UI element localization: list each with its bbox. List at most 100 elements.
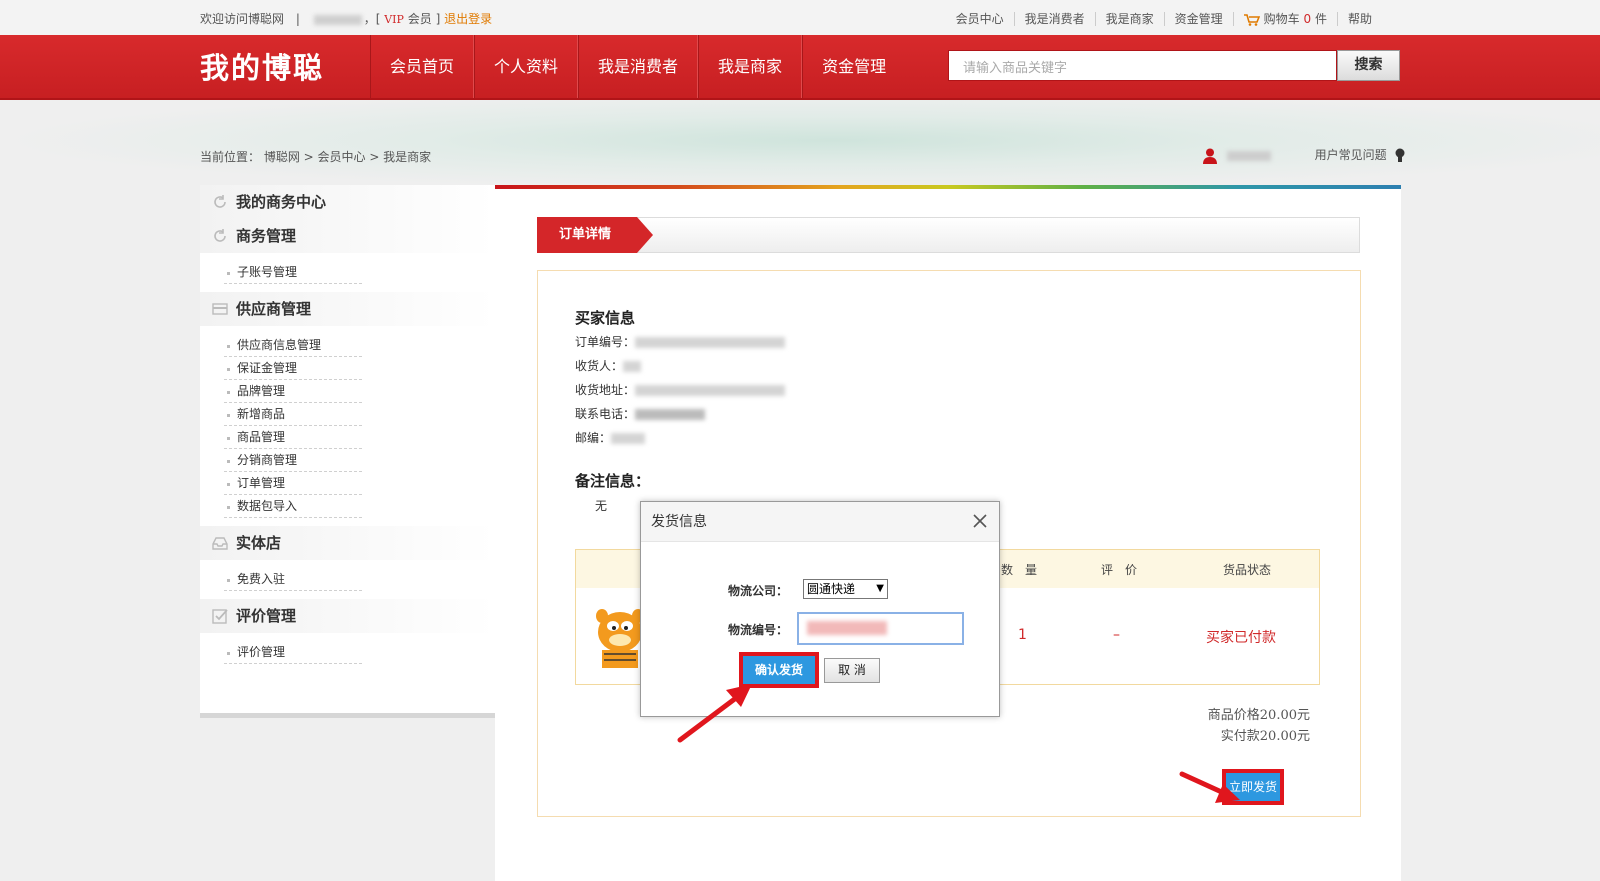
address-redacted xyxy=(635,385,786,396)
cart-link[interactable]: 购物车 0 件 xyxy=(1233,12,1338,26)
sidebar-item-brand[interactable]: 品牌管理 xyxy=(224,380,362,403)
cart-unit: 件 xyxy=(1314,12,1327,26)
sidebar-item-new-product[interactable]: 新增商品 xyxy=(224,403,362,426)
decorative-banner xyxy=(0,100,1600,190)
main-nav: 会员首页 个人资料 我是消费者 我是商家 资金管理 xyxy=(370,35,905,98)
nav-merchant[interactable]: 我是商家 xyxy=(698,35,803,98)
top-bar: 欢迎访问博聪网 | ，[ VIP 会员 ] 退出登录 会员中心 我是消费者 我是商家… xyxy=(0,0,1600,35)
zipcode-row: 邮编： xyxy=(575,429,646,446)
sidebar-list: 免费入驻 xyxy=(200,560,495,599)
field-label: 收货人： xyxy=(575,359,624,373)
tracking-number-input[interactable] xyxy=(797,612,964,645)
sidebar-section-supplier-mgmt[interactable]: 供应商管理 xyxy=(200,292,495,326)
logout-link[interactable]: 退出登录 xyxy=(444,12,492,26)
field-label: 邮编： xyxy=(575,431,612,445)
ship-now-button[interactable]: 立即发货 xyxy=(1226,773,1280,801)
sidebar-section-business-mgmt[interactable]: 商务管理 xyxy=(200,219,495,253)
username-redacted xyxy=(313,14,362,25)
confirm-highlight: 确认发货 xyxy=(739,652,819,688)
cart-count: 0 xyxy=(1303,12,1312,26)
search-input[interactable]: 请输入商品关键字 xyxy=(948,50,1337,81)
sidebar-section-physical-store[interactable]: 实体店 xyxy=(200,526,495,560)
sidebar-item-supplier-info[interactable]: 供应商信息管理 xyxy=(224,334,362,357)
select-value: 圆通快递 xyxy=(807,582,856,596)
phone-row: 联系电话： xyxy=(575,405,706,422)
nav-profile[interactable]: 个人资料 xyxy=(474,35,579,98)
tab-bar: 订单详情 xyxy=(537,217,1360,253)
order-number-redacted xyxy=(635,337,786,348)
user-icon xyxy=(1203,148,1217,164)
sidebar-section-title: 商务管理 xyxy=(236,227,297,245)
field-label: 订单编号： xyxy=(575,335,636,349)
confirm-ship-button[interactable]: 确认发货 xyxy=(743,656,815,684)
sidebar-list: 子账号管理 xyxy=(200,253,495,292)
member-label: 会员 xyxy=(407,12,432,26)
search-button[interactable]: 搜索 xyxy=(1337,50,1400,81)
sidebar-item-products[interactable]: 商品管理 xyxy=(224,426,362,449)
link-funds[interactable]: 资金管理 xyxy=(1164,12,1234,26)
sidebar-section-title: 我的商务中心 xyxy=(236,193,327,211)
refresh-icon xyxy=(214,229,226,242)
recipient-redacted xyxy=(623,361,642,372)
sidebar-item-data-import[interactable]: 数据包导入 xyxy=(224,495,362,518)
refresh-icon xyxy=(214,195,226,208)
sidebar-item-sub-accounts[interactable]: 子账号管理 xyxy=(224,261,362,284)
lightbulb-icon xyxy=(1395,148,1404,162)
faq-link[interactable]: 用户常见问题 xyxy=(1315,148,1387,162)
sidebar-list: 评价管理 xyxy=(200,633,495,672)
sidebar-section-review-mgmt[interactable]: 评价管理 xyxy=(200,599,495,633)
sidebar-section-title: 实体店 xyxy=(236,534,282,552)
recipient-row: 收货人： xyxy=(575,357,642,374)
link-member-center[interactable]: 会员中心 xyxy=(945,12,1015,26)
sidebar-item-orders[interactable]: 订单管理 xyxy=(224,472,362,495)
column-rating: 评 价 xyxy=(1101,563,1138,577)
sidebar-item-distributors[interactable]: 分销商管理 xyxy=(224,449,362,472)
company-label: 物流公司： xyxy=(728,584,789,598)
sidebar-section-title: 供应商管理 xyxy=(236,300,312,318)
quantity-value: 1 xyxy=(1018,627,1027,643)
top-bar-left: 欢迎访问博聪网 | ，[ VIP 会员 ] 退出登录 xyxy=(200,10,492,27)
separator: | xyxy=(295,12,300,26)
link-merchant[interactable]: 我是商家 xyxy=(1095,12,1165,26)
bracket-open: ，[ xyxy=(363,12,381,26)
main-header: 我的博聪 会员首页 个人资料 我是消费者 我是商家 资金管理 请输入商品关键字 … xyxy=(0,35,1600,100)
vip-label: VIP xyxy=(384,13,404,26)
user-area: 用户常见问题 xyxy=(1203,146,1405,164)
help-link[interactable]: 帮助 xyxy=(1338,12,1382,26)
remark-title: 备注信息： xyxy=(575,472,651,490)
order-number-row: 订单编号： xyxy=(575,333,786,350)
dialog-title: 发货信息 xyxy=(641,502,999,542)
tracking-number-redacted xyxy=(807,620,887,635)
ship-now-highlight: 立即发货 xyxy=(1222,769,1284,805)
status-value: 买家已付款 xyxy=(1206,630,1276,646)
bracket-close: ] xyxy=(435,12,441,26)
nav-member-home[interactable]: 会员首页 xyxy=(370,35,475,98)
nav-consumer[interactable]: 我是消费者 xyxy=(578,35,699,98)
address-row: 收货地址： xyxy=(575,381,786,398)
sidebar-list: 供应商信息管理 保证金管理 品牌管理 新增商品 商品管理 分销商管理 订单管理 … xyxy=(200,326,495,526)
brand-title[interactable]: 我的博聪 xyxy=(200,45,324,87)
rainbow-divider xyxy=(495,185,1401,189)
sidebar-item-deposit[interactable]: 保证金管理 xyxy=(224,357,362,380)
link-consumer[interactable]: 我是消费者 xyxy=(1014,12,1096,26)
rating-value: – xyxy=(1113,627,1120,643)
breadcrumb: 当前位置： 博聪网 > 会员中心 > 我是商家 xyxy=(200,150,432,164)
sidebar-section-business-center[interactable]: 我的商务中心 xyxy=(200,185,495,219)
phone-redacted xyxy=(635,409,706,420)
sidebar-item-free-join[interactable]: 免费入驻 xyxy=(224,568,362,591)
zipcode-redacted xyxy=(611,433,646,444)
sidebar-item-reviews[interactable]: 评价管理 xyxy=(224,641,362,664)
sidebar-section-title: 评价管理 xyxy=(236,607,297,625)
tab-order-details[interactable]: 订单详情 xyxy=(537,217,653,253)
field-label: 联系电话： xyxy=(575,407,636,421)
nav-funds[interactable]: 资金管理 xyxy=(802,35,905,98)
paid-amount: 实付款20.00元 xyxy=(1220,729,1310,744)
column-status: 货品状态 xyxy=(1223,563,1272,577)
remark-value: 无 xyxy=(595,499,608,513)
sidebar: 我的商务中心 商务管理 子账号管理 供应商管理 供应商信息管理 保证金管理 品牌… xyxy=(200,185,495,718)
user-name-redacted xyxy=(1226,150,1271,161)
logistics-company-select[interactable]: 圆通快递 ▼ xyxy=(803,579,888,599)
cancel-button[interactable]: 取 消 xyxy=(824,658,880,683)
field-label: 收货地址： xyxy=(575,383,636,397)
close-icon[interactable] xyxy=(971,512,989,530)
